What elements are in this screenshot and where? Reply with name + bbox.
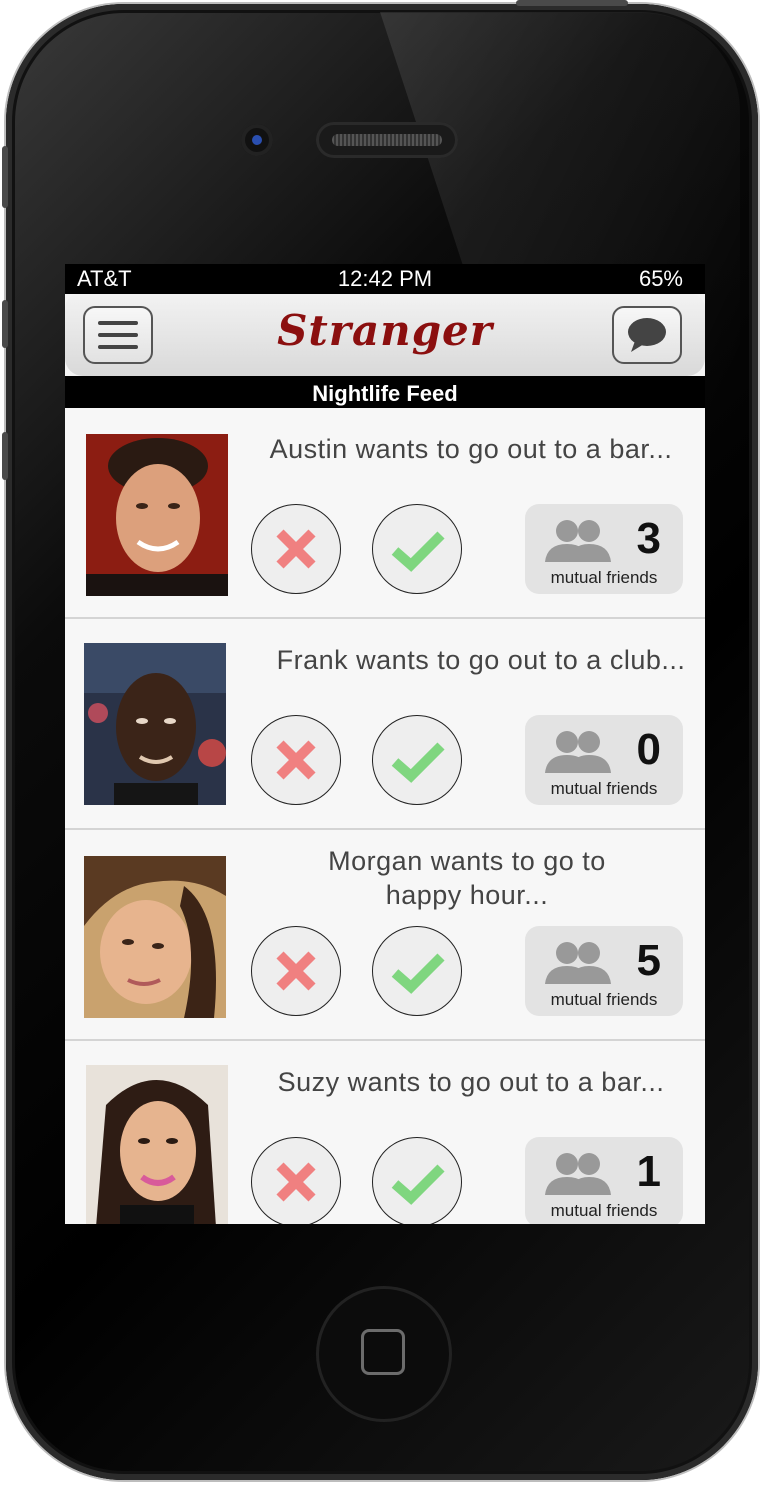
activity-message: Suzy wants to go out to a bar... [277,1067,665,1097]
front-camera [241,124,273,156]
app-screen: AT&T 12:42 PM 65% Stranger Nightlife Fee… [65,264,705,1224]
x-icon [276,740,316,780]
reject-button[interactable] [251,926,341,1016]
status-bar: AT&T 12:42 PM 65% [65,264,705,294]
profile-photo-morgan[interactable] [84,856,226,1018]
mutual-friends-count: 3 [636,514,661,563]
accept-button[interactable] [372,1137,462,1224]
chat-button[interactable] [612,306,682,364]
mutual-friends-label: mutual friends [550,1201,658,1220]
earpiece-speaker [316,122,458,158]
x-icon [276,951,316,991]
friends-icon [545,942,611,984]
mutual-friends-label: mutual friends [550,568,658,587]
volume-down-button [2,432,8,480]
friends-icon [545,1153,611,1195]
feed-card: Frank wants to go out to a club... 0 mut… [65,619,705,830]
mutual-friends-badge[interactable]: 1 mutual friends [525,1137,683,1224]
chat-bubble-icon [628,318,666,352]
profile-photo-austin[interactable] [86,434,228,596]
friends-icon [545,520,611,562]
activity-message: Frank wants to go out to a club... [276,645,686,675]
reject-button[interactable] [251,504,341,594]
accept-button[interactable] [372,926,462,1016]
x-icon [276,529,316,569]
mutual-friends-label: mutual friends [550,990,658,1009]
home-button[interactable] [316,1286,452,1422]
mutual-friends-count: 1 [636,1147,661,1196]
checkmark-icon [391,531,445,572]
x-icon [276,1162,316,1202]
battery-percent: 65% [638,266,683,291]
profile-photo-frank[interactable] [84,643,226,805]
nightlife-feed: Austin wants to go out to a bar... 3 mut… [65,408,705,1224]
volume-up-button [2,300,8,348]
clock: 12:42 PM [337,266,433,291]
activity-message: Austin wants to go out to a bar... [269,434,673,464]
reject-button[interactable] [251,715,341,805]
checkmark-icon [391,742,445,783]
power-button [516,0,628,6]
reject-button[interactable] [251,1137,341,1224]
accept-button[interactable] [372,715,462,805]
checkmark-icon [391,1164,445,1205]
profile-photo-suzy[interactable] [86,1065,228,1224]
checkmark-icon [391,953,445,994]
mutual-friends-count: 5 [636,936,661,985]
accept-button[interactable] [372,504,462,594]
feed-card: Austin wants to go out to a bar... 3 mut… [65,408,705,619]
friends-icon [545,731,611,773]
mutual-friends-badge[interactable]: 5 mutual friends [525,926,683,1016]
feed-title: Nightlife Feed [65,376,705,408]
feed-card: Suzy wants to go out to a bar... 1 mutua… [65,1041,705,1224]
activity-message: Morgan wants to go to happy hour... [328,846,606,910]
mutual-friends-badge[interactable]: 0 mutual friends [525,715,683,805]
app-title: Stranger [277,306,493,355]
nav-bar: Stranger [65,294,705,376]
mutual-friends-count: 0 [636,725,661,774]
mutual-friends-badge[interactable]: 3 mutual friends [525,504,683,594]
feed-card: Morgan wants to go to happy hour... 5 mu… [65,830,705,1041]
mute-switch [2,146,8,208]
mutual-friends-label: mutual friends [550,779,658,798]
